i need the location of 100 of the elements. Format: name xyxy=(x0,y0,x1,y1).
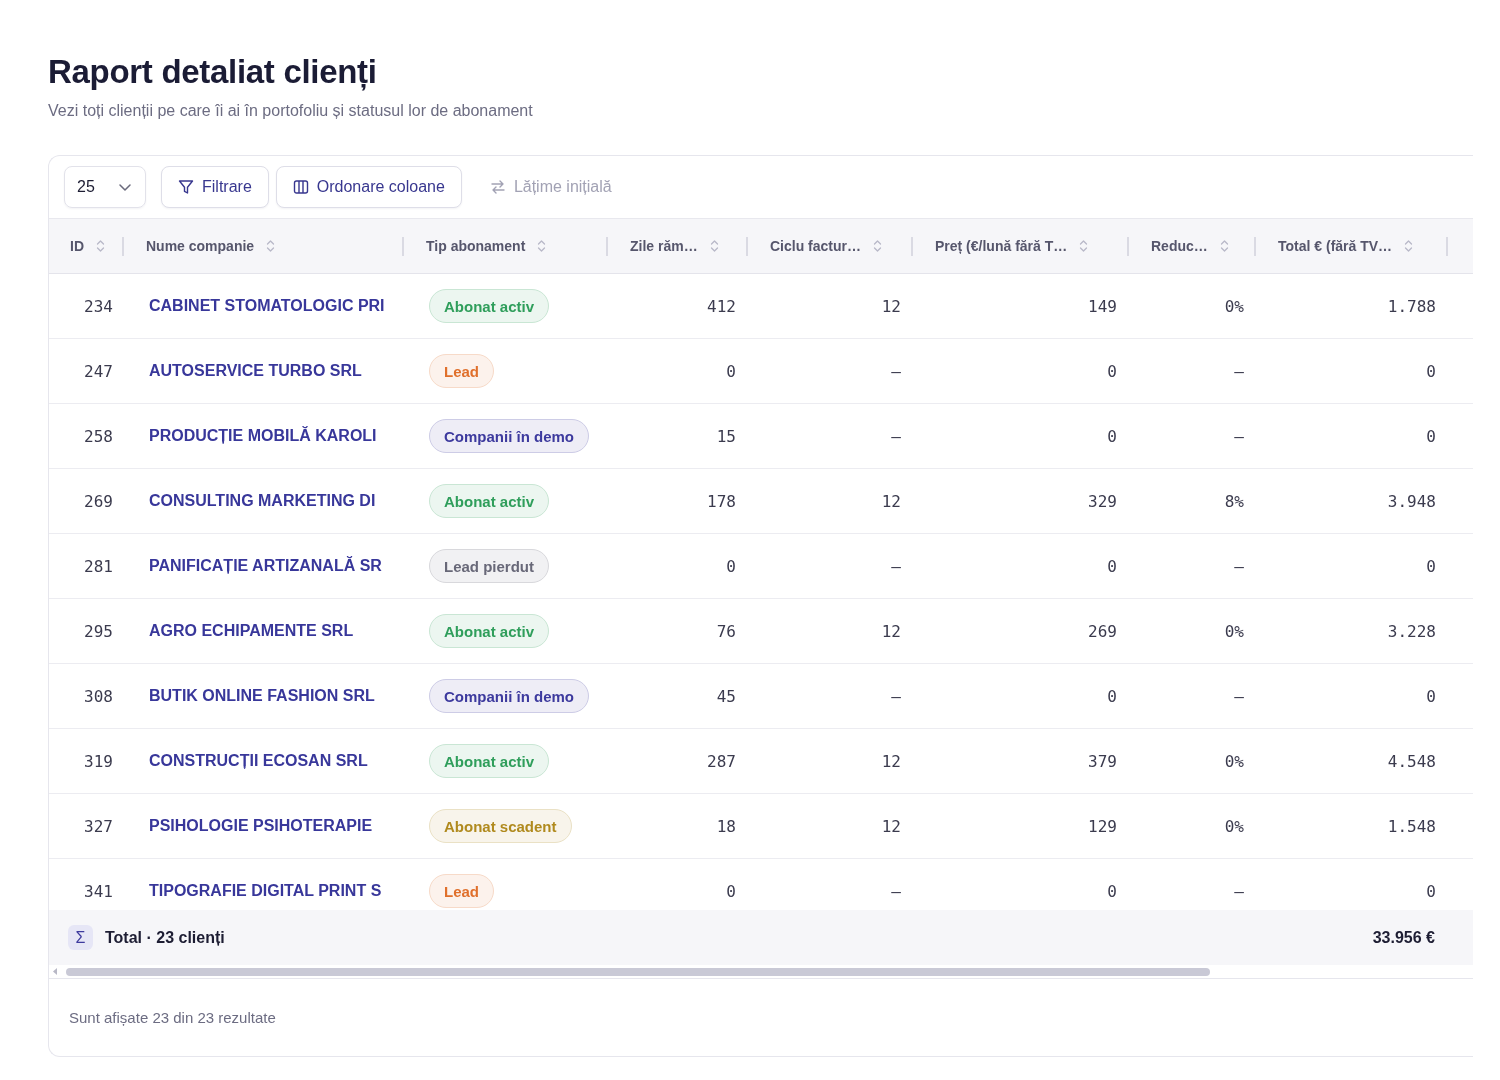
company-link[interactable]: PRODUCȚIE MOBILĂ KAROLI xyxy=(149,427,377,445)
sort-icon xyxy=(96,239,105,253)
column-header[interactable]: Tip abonament xyxy=(426,238,547,254)
toolbar-button[interactable]: Ordonare coloane xyxy=(275,166,462,208)
sort-icon xyxy=(1219,239,1229,253)
billing-cycle: 12 xyxy=(881,296,901,316)
monthly-price: 379 xyxy=(1088,751,1117,771)
status-tag: Abonat activ xyxy=(429,744,549,778)
monthly-price: 129 xyxy=(1088,816,1117,836)
total-label: Total · 23 clienți xyxy=(105,928,225,947)
total-amount: 1.788 xyxy=(1387,296,1436,316)
billing-cycle: – xyxy=(891,426,901,446)
sort-icon xyxy=(1404,239,1414,253)
status-tag: Lead xyxy=(429,354,494,388)
scrollbar-thumb[interactable] xyxy=(66,967,1210,976)
client-id: 327 xyxy=(84,816,113,836)
billing-cycle: 12 xyxy=(881,491,901,511)
column-header[interactable]: Preț (€/lună fără T… xyxy=(935,238,1089,254)
discount: – xyxy=(1234,556,1244,576)
days-remaining: 15 xyxy=(716,426,736,446)
column-header[interactable]: ID xyxy=(70,238,105,254)
total-amount: 4.548 xyxy=(1387,751,1436,771)
billing-cycle: – xyxy=(891,556,901,576)
company-link[interactable]: BUTIK ONLINE FASHION SRL xyxy=(149,687,375,705)
page-size-select[interactable]: 25 xyxy=(64,166,146,208)
monthly-price: 149 xyxy=(1088,296,1117,316)
days-remaining: 0 xyxy=(726,361,736,381)
status-tag: Abonat activ xyxy=(429,614,549,648)
client-id: 295 xyxy=(84,621,113,641)
client-id: 247 xyxy=(84,361,113,381)
days-remaining: 412 xyxy=(707,296,736,316)
billing-cycle: – xyxy=(891,361,901,381)
discount: – xyxy=(1234,426,1244,446)
sum-icon: Σ xyxy=(68,925,93,950)
total-amount: 0 xyxy=(1426,881,1436,901)
funnel-icon xyxy=(178,179,194,195)
company-link[interactable]: TIPOGRAFIE DIGITAL PRINT S xyxy=(149,882,382,900)
sort-icon xyxy=(537,239,547,253)
discount: 0% xyxy=(1224,296,1244,316)
column-header[interactable]: Reduc… xyxy=(1151,238,1229,254)
monthly-price: 0 xyxy=(1107,361,1117,381)
status-tag: Abonat activ xyxy=(429,289,549,323)
days-remaining: 0 xyxy=(726,556,736,576)
sort-icon xyxy=(709,239,719,253)
status-tag: Companii în demo xyxy=(429,679,589,713)
billing-cycle: 12 xyxy=(881,816,901,836)
company-link[interactable]: CONSTRUCȚII ECOSAN SRL xyxy=(149,752,368,770)
total-amount: 3.948 xyxy=(1387,491,1436,511)
monthly-price: 0 xyxy=(1107,556,1117,576)
total-amount: 0 xyxy=(1426,426,1436,446)
company-link[interactable]: CABINET STOMATOLOGIC PRI xyxy=(149,297,385,315)
client-id: 234 xyxy=(84,296,113,316)
client-id: 281 xyxy=(84,556,113,576)
company-link[interactable]: AUTOSERVICE TURBO SRL xyxy=(149,362,362,380)
total-amount: 1.548 xyxy=(1387,816,1436,836)
billing-cycle: 12 xyxy=(881,621,901,641)
monthly-price: 269 xyxy=(1088,621,1117,641)
scroll-left-arrow-icon[interactable] xyxy=(53,968,57,975)
column-header[interactable]: Total € (fără TV… xyxy=(1278,238,1414,254)
total-amount-sum: 33.956 € xyxy=(1372,928,1435,947)
results-count: Sunt afișate 23 din 23 rezultate xyxy=(69,1009,276,1026)
sort-icon xyxy=(1079,239,1089,253)
discount: 0% xyxy=(1224,751,1244,771)
column-header[interactable]: Ciclu factur… xyxy=(770,238,882,254)
total-amount: 3.228 xyxy=(1387,621,1436,641)
discount: 0% xyxy=(1224,621,1244,641)
monthly-price: 329 xyxy=(1088,491,1117,511)
status-tag: Lead pierdut xyxy=(429,549,549,583)
monthly-price: 0 xyxy=(1107,686,1117,706)
status-tag: Lead xyxy=(429,874,494,908)
billing-cycle: 12 xyxy=(881,751,901,771)
discount: 0% xyxy=(1224,816,1244,836)
page-title: Raport detaliat clienți xyxy=(48,52,378,93)
days-remaining: 18 xyxy=(716,816,736,836)
sort-icon xyxy=(873,239,882,253)
discount: – xyxy=(1234,361,1244,381)
monthly-price: 0 xyxy=(1107,881,1117,901)
status-tag: Abonat scadent xyxy=(429,809,572,843)
billing-cycle: – xyxy=(891,686,901,706)
discount: – xyxy=(1234,686,1244,706)
discount: 8% xyxy=(1224,491,1244,511)
client-id: 258 xyxy=(84,426,113,446)
total-amount: 0 xyxy=(1426,361,1436,381)
client-id: 341 xyxy=(84,881,113,901)
sort-icon xyxy=(266,239,276,253)
toolbar-button[interactable]: Filtrare xyxy=(161,166,269,208)
column-header[interactable]: Nume companie xyxy=(146,238,276,254)
column-header[interactable]: Zile răm… xyxy=(630,238,719,254)
total-amount: 0 xyxy=(1426,556,1436,576)
status-tag: Companii în demo xyxy=(429,419,589,453)
days-remaining: 0 xyxy=(726,881,736,901)
company-link[interactable]: PANIFICAȚIE ARTIZANALĂ SR xyxy=(149,557,382,575)
days-remaining: 45 xyxy=(716,686,736,706)
company-link[interactable]: PSIHOLOGIE PSIHOTERAPIE xyxy=(149,817,373,835)
client-id: 308 xyxy=(84,686,113,706)
days-remaining: 287 xyxy=(707,751,736,771)
days-remaining: 178 xyxy=(707,491,736,511)
company-link[interactable]: CONSULTING MARKETING DI xyxy=(149,492,376,510)
days-remaining: 76 xyxy=(716,621,736,641)
company-link[interactable]: AGRO ECHIPAMENTE SRL xyxy=(149,622,354,640)
